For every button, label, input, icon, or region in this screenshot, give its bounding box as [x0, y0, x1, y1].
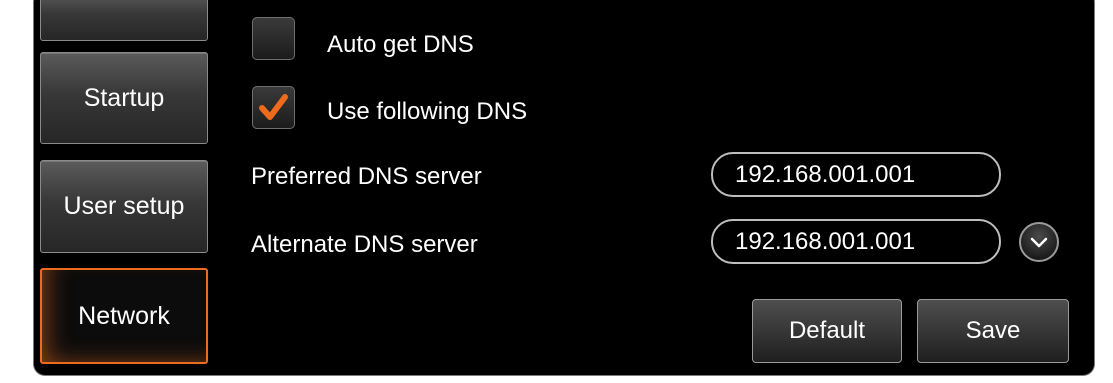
sidebar-item-label: Network — [78, 301, 170, 330]
sidebar-item-previous[interactable] — [40, 0, 208, 41]
use-following-dns-label: Use following DNS — [327, 98, 528, 125]
alternate-dns-value: 192.168.001.001 — [735, 227, 916, 255]
save-button[interactable]: Save — [917, 299, 1069, 363]
alternate-dns-label: Alternate DNS server — [251, 231, 478, 258]
sidebar-item-network[interactable]: Network — [40, 268, 208, 364]
sidebar-item-label: Startup — [83, 83, 165, 112]
preferred-dns-label: Preferred DNS server — [251, 163, 482, 190]
sidebar-item-startup[interactable]: Startup — [40, 52, 208, 144]
preferred-dns-input[interactable]: 192.168.001.001 — [711, 152, 1001, 197]
alternate-dns-input[interactable]: 192.168.001.001 — [711, 219, 1001, 264]
auto-dns-label: Auto get DNS — [327, 31, 474, 58]
sidebar-item-label: User setup — [63, 192, 185, 220]
settings-panel: Startup User setup Network Auto get DNS … — [33, 0, 1095, 376]
check-icon — [259, 94, 288, 120]
save-button-label: Save — [965, 317, 1021, 344]
preferred-dns-value: 192.168.001.001 — [735, 160, 916, 188]
use-following-dns-checkbox[interactable] — [252, 86, 295, 129]
dropdown-button[interactable] — [1019, 222, 1059, 262]
sidebar-item-user-setup[interactable]: User setup — [40, 160, 208, 253]
default-button[interactable]: Default — [752, 299, 902, 363]
auto-dns-checkbox[interactable] — [252, 17, 295, 60]
chevron-down-icon — [1030, 237, 1048, 248]
default-button-label: Default — [788, 317, 866, 344]
